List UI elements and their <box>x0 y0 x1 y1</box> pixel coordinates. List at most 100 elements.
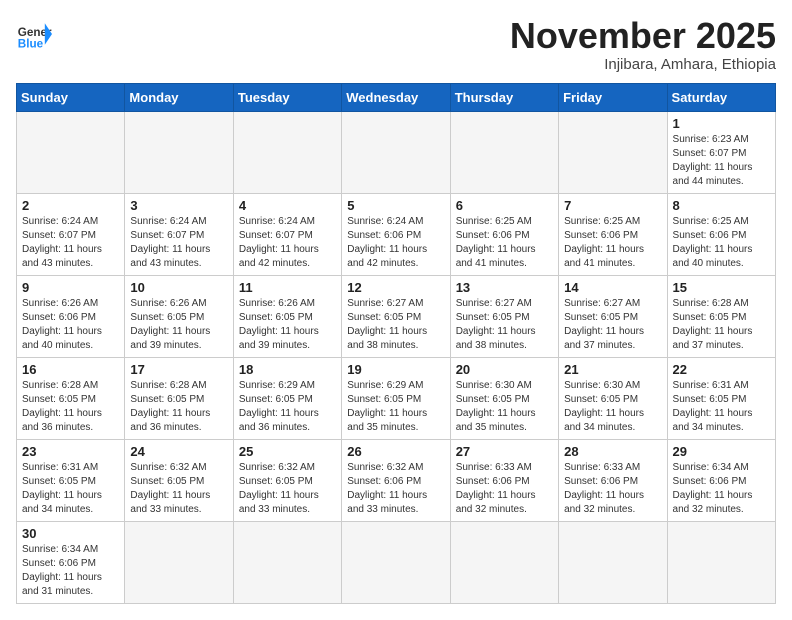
weekday-header-saturday: Saturday <box>667 83 775 111</box>
weekday-header-wednesday: Wednesday <box>342 83 450 111</box>
calendar-cell: 7 Sunrise: 6:25 AM Sunset: 6:06 PM Daylig… <box>559 193 667 275</box>
day-number: 6 <box>456 198 553 213</box>
week-row-2: 2 Sunrise: 6:24 AM Sunset: 6:07 PM Daylig… <box>17 193 776 275</box>
day-info: Sunrise: 6:33 AM Sunset: 6:06 PM Dayligh… <box>564 461 661 517</box>
day-number: 13 <box>456 280 553 295</box>
day-number: 15 <box>673 280 770 295</box>
month-title: November 2025 <box>510 16 776 56</box>
calendar-cell: 9 Sunrise: 6:26 AM Sunset: 6:06 PM Daylig… <box>17 275 125 357</box>
calendar-cell: 17 Sunrise: 6:28 AM Sunset: 6:05 PM Dayli… <box>125 357 233 439</box>
day-number: 25 <box>239 444 336 459</box>
calendar-cell: 28 Sunrise: 6:33 AM Sunset: 6:06 PM Dayli… <box>559 439 667 521</box>
day-info: Sunrise: 6:26 AM Sunset: 6:05 PM Dayligh… <box>130 297 227 353</box>
day-number: 1 <box>673 116 770 131</box>
day-number: 10 <box>130 280 227 295</box>
calendar-cell: 16Sunrise: 6:28 AM Sunset: 6:05 PM Dayli… <box>17 357 125 439</box>
calendar-cell <box>559 111 667 193</box>
logo-icon: General Blue <box>16 16 52 52</box>
weekday-header-tuesday: Tuesday <box>233 83 341 111</box>
day-number: 12 <box>347 280 444 295</box>
calendar-cell <box>667 521 775 603</box>
day-number: 26 <box>347 444 444 459</box>
day-number: 4 <box>239 198 336 213</box>
day-info: Sunrise: 6:24 AM Sunset: 6:07 PM Dayligh… <box>239 215 336 271</box>
calendar-cell: 23Sunrise: 6:31 AM Sunset: 6:05 PM Dayli… <box>17 439 125 521</box>
calendar-cell <box>450 111 558 193</box>
page-header: General Blue November 2025 Injibara, Amh… <box>16 16 776 73</box>
calendar-cell <box>17 111 125 193</box>
day-info: Sunrise: 6:25 AM Sunset: 6:06 PM Dayligh… <box>673 215 770 271</box>
week-row-1: 1 Sunrise: 6:23 AM Sunset: 6:07 PM Daylig… <box>17 111 776 193</box>
week-row-5: 23Sunrise: 6:31 AM Sunset: 6:05 PM Dayli… <box>17 439 776 521</box>
day-info: Sunrise: 6:29 AM Sunset: 6:05 PM Dayligh… <box>239 379 336 435</box>
day-info: Sunrise: 6:31 AM Sunset: 6:05 PM Dayligh… <box>22 461 119 517</box>
day-info: Sunrise: 6:24 AM Sunset: 6:07 PM Dayligh… <box>22 215 119 271</box>
calendar-cell: 5Sunrise: 6:24 AM Sunset: 6:06 PM Daylig… <box>342 193 450 275</box>
day-number: 29 <box>673 444 770 459</box>
day-info: Sunrise: 6:24 AM Sunset: 6:06 PM Dayligh… <box>347 215 444 271</box>
day-info: Sunrise: 6:27 AM Sunset: 6:05 PM Dayligh… <box>564 297 661 353</box>
day-number: 11 <box>239 280 336 295</box>
calendar-cell <box>450 521 558 603</box>
calendar-cell: 18 Sunrise: 6:29 AM Sunset: 6:05 PM Dayli… <box>233 357 341 439</box>
logo: General Blue <box>16 16 52 52</box>
day-number: 30 <box>22 526 119 541</box>
calendar-cell <box>342 521 450 603</box>
day-number: 19 <box>347 362 444 377</box>
day-info: Sunrise: 6:23 AM Sunset: 6:07 PM Dayligh… <box>673 133 770 189</box>
calendar-cell: 19Sunrise: 6:29 AM Sunset: 6:05 PM Dayli… <box>342 357 450 439</box>
calendar-cell: 8 Sunrise: 6:25 AM Sunset: 6:06 PM Daylig… <box>667 193 775 275</box>
calendar-table: SundayMondayTuesdayWednesdayThursdayFrid… <box>16 83 776 604</box>
day-number: 22 <box>673 362 770 377</box>
day-number: 8 <box>673 198 770 213</box>
calendar-cell: 10 Sunrise: 6:26 AM Sunset: 6:05 PM Dayli… <box>125 275 233 357</box>
calendar-cell: 6 Sunrise: 6:25 AM Sunset: 6:06 PM Daylig… <box>450 193 558 275</box>
day-info: Sunrise: 6:32 AM Sunset: 6:06 PM Dayligh… <box>347 461 444 517</box>
day-number: 2 <box>22 198 119 213</box>
day-info: Sunrise: 6:30 AM Sunset: 6:05 PM Dayligh… <box>564 379 661 435</box>
calendar-cell: 1 Sunrise: 6:23 AM Sunset: 6:07 PM Daylig… <box>667 111 775 193</box>
calendar-cell: 25Sunrise: 6:32 AM Sunset: 6:05 PM Dayli… <box>233 439 341 521</box>
day-info: Sunrise: 6:24 AM Sunset: 6:07 PM Dayligh… <box>130 215 227 271</box>
calendar-cell: 13 Sunrise: 6:27 AM Sunset: 6:05 PM Dayli… <box>450 275 558 357</box>
week-row-4: 16Sunrise: 6:28 AM Sunset: 6:05 PM Dayli… <box>17 357 776 439</box>
week-row-6: 30 Sunrise: 6:34 AM Sunset: 6:06 PM Dayli… <box>17 521 776 603</box>
day-number: 9 <box>22 280 119 295</box>
svg-text:Blue: Blue <box>18 38 44 51</box>
day-info: Sunrise: 6:34 AM Sunset: 6:06 PM Dayligh… <box>22 543 119 599</box>
day-info: Sunrise: 6:26 AM Sunset: 6:06 PM Dayligh… <box>22 297 119 353</box>
calendar-cell: 20 Sunrise: 6:30 AM Sunset: 6:05 PM Dayli… <box>450 357 558 439</box>
title-block: November 2025 Injibara, Amhara, Ethiopia <box>510 16 776 73</box>
day-info: Sunrise: 6:32 AM Sunset: 6:05 PM Dayligh… <box>130 461 227 517</box>
day-number: 24 <box>130 444 227 459</box>
day-info: Sunrise: 6:30 AM Sunset: 6:05 PM Dayligh… <box>456 379 553 435</box>
day-info: Sunrise: 6:25 AM Sunset: 6:06 PM Dayligh… <box>564 215 661 271</box>
day-info: Sunrise: 6:28 AM Sunset: 6:05 PM Dayligh… <box>130 379 227 435</box>
calendar-cell: 24 Sunrise: 6:32 AM Sunset: 6:05 PM Dayli… <box>125 439 233 521</box>
calendar-cell: 14Sunrise: 6:27 AM Sunset: 6:05 PM Dayli… <box>559 275 667 357</box>
calendar-cell: 3 Sunrise: 6:24 AM Sunset: 6:07 PM Daylig… <box>125 193 233 275</box>
day-info: Sunrise: 6:27 AM Sunset: 6:05 PM Dayligh… <box>347 297 444 353</box>
weekday-header-friday: Friday <box>559 83 667 111</box>
day-number: 20 <box>456 362 553 377</box>
day-number: 3 <box>130 198 227 213</box>
day-info: Sunrise: 6:25 AM Sunset: 6:06 PM Dayligh… <box>456 215 553 271</box>
weekday-header-row: SundayMondayTuesdayWednesdayThursdayFrid… <box>17 83 776 111</box>
location-subtitle: Injibara, Amhara, Ethiopia <box>510 56 776 73</box>
calendar-cell: 12 Sunrise: 6:27 AM Sunset: 6:05 PM Dayli… <box>342 275 450 357</box>
day-info: Sunrise: 6:27 AM Sunset: 6:05 PM Dayligh… <box>456 297 553 353</box>
week-row-3: 9 Sunrise: 6:26 AM Sunset: 6:06 PM Daylig… <box>17 275 776 357</box>
calendar-cell <box>125 521 233 603</box>
calendar-cell: 26 Sunrise: 6:32 AM Sunset: 6:06 PM Dayli… <box>342 439 450 521</box>
day-number: 18 <box>239 362 336 377</box>
day-number: 28 <box>564 444 661 459</box>
day-number: 7 <box>564 198 661 213</box>
day-number: 17 <box>130 362 227 377</box>
calendar-cell: 29Sunrise: 6:34 AM Sunset: 6:06 PM Dayli… <box>667 439 775 521</box>
day-info: Sunrise: 6:28 AM Sunset: 6:05 PM Dayligh… <box>22 379 119 435</box>
weekday-header-monday: Monday <box>125 83 233 111</box>
calendar-cell: 27Sunrise: 6:33 AM Sunset: 6:06 PM Dayli… <box>450 439 558 521</box>
calendar-cell <box>559 521 667 603</box>
day-number: 21 <box>564 362 661 377</box>
calendar-cell <box>233 521 341 603</box>
